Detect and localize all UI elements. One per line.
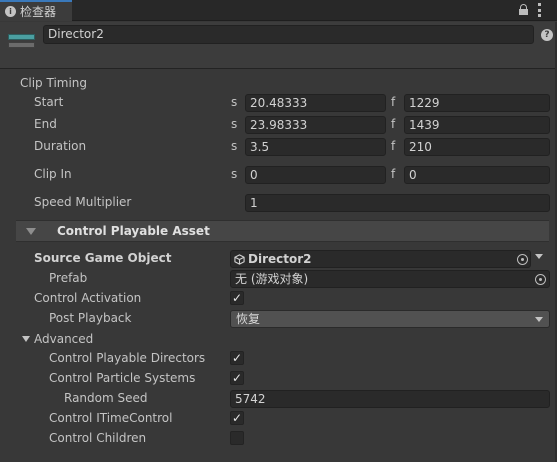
prefab-label: Prefab bbox=[49, 271, 88, 285]
info-icon: i bbox=[5, 6, 16, 17]
duration-seconds-field[interactable]: 3.5 bbox=[245, 138, 386, 156]
control-particle-systems-checkbox[interactable]: ✓ bbox=[230, 371, 244, 385]
end-seconds-prefix: s bbox=[231, 117, 238, 131]
duration-frames-field[interactable]: 210 bbox=[404, 138, 550, 156]
source-game-object-label: Source Game Object bbox=[34, 251, 172, 265]
start-seconds-prefix: s bbox=[231, 95, 238, 109]
clip-in-seconds-field[interactable]: 0 bbox=[245, 166, 386, 184]
control-playable-directors-label: Control Playable Directors bbox=[49, 351, 206, 365]
end-label: End bbox=[34, 117, 57, 131]
random-seed-field[interactable]: 5742 bbox=[230, 390, 550, 408]
clip-in-frames-field[interactable]: 0 bbox=[404, 166, 550, 184]
clip-in-label: Clip In bbox=[34, 167, 72, 181]
timeline-clip-icon bbox=[8, 32, 36, 52]
object-name-field[interactable]: Director2 bbox=[43, 25, 534, 44]
prefab-picker-icon[interactable] bbox=[535, 274, 546, 285]
start-frames-prefix: f bbox=[391, 95, 396, 109]
end-frames-prefix: f bbox=[391, 117, 396, 131]
tab-inspector[interactable]: i 检查器 bbox=[0, 0, 72, 21]
advanced-foldout-icon[interactable] bbox=[22, 336, 30, 342]
start-seconds-field[interactable]: 20.48333 bbox=[245, 94, 386, 112]
source-game-object-field[interactable]: Director2 bbox=[230, 250, 531, 268]
object-picker-icon[interactable] bbox=[517, 254, 528, 265]
duration-label: Duration bbox=[34, 139, 87, 153]
post-playback-dropdown[interactable]: 恢复 bbox=[230, 310, 550, 328]
tab-bar: i 检查器 bbox=[0, 0, 557, 21]
duration-seconds-prefix: s bbox=[231, 139, 238, 153]
chevron-down-icon[interactable] bbox=[535, 254, 543, 259]
start-frames-field[interactable]: 1229 bbox=[404, 94, 550, 112]
control-activation-checkbox[interactable]: ✓ bbox=[230, 291, 244, 305]
post-playback-label: Post Playback bbox=[49, 311, 132, 325]
end-frames-field[interactable]: 1439 bbox=[404, 116, 550, 134]
control-children-checkbox[interactable] bbox=[230, 431, 244, 445]
speed-multiplier-field[interactable]: 1 bbox=[245, 194, 550, 212]
control-itimecontrol-checkbox[interactable]: ✓ bbox=[230, 411, 244, 425]
post-playback-value: 恢复 bbox=[236, 312, 261, 326]
inspector-header: Director2 ? bbox=[0, 22, 557, 69]
control-activation-label: Control Activation bbox=[34, 291, 142, 305]
control-playable-directors-checkbox[interactable]: ✓ bbox=[230, 351, 244, 365]
clip-in-seconds-prefix: s bbox=[231, 167, 238, 181]
control-particle-systems-label: Control Particle Systems bbox=[49, 371, 196, 385]
start-label: Start bbox=[34, 95, 64, 109]
gameobject-cube-icon bbox=[234, 254, 245, 265]
dropdown-arrow-icon bbox=[535, 317, 543, 322]
random-seed-label: Random Seed bbox=[64, 391, 148, 405]
more-options-icon[interactable] bbox=[537, 3, 541, 17]
foldout-arrow-icon[interactable] bbox=[26, 228, 36, 235]
tab-title: 检查器 bbox=[20, 5, 57, 19]
clip-in-frames-prefix: f bbox=[391, 167, 396, 181]
prefab-field[interactable]: 无 (游戏对象) bbox=[230, 270, 550, 288]
control-itimecontrol-label: Control ITimeControl bbox=[49, 411, 173, 425]
control-children-label: Control Children bbox=[49, 431, 147, 445]
end-seconds-field[interactable]: 23.98333 bbox=[245, 116, 386, 134]
help-icon[interactable]: ? bbox=[541, 29, 553, 41]
clip-timing-heading: Clip Timing bbox=[20, 76, 88, 90]
lock-icon[interactable] bbox=[519, 4, 528, 15]
source-game-object-value: Director2 bbox=[248, 252, 312, 266]
section-title: Control Playable Asset bbox=[57, 224, 210, 238]
speed-multiplier-label: Speed Multiplier bbox=[34, 195, 132, 209]
control-playable-asset-header[interactable]: Control Playable Asset bbox=[16, 220, 549, 242]
advanced-label[interactable]: Advanced bbox=[34, 332, 93, 346]
duration-frames-prefix: f bbox=[391, 139, 396, 153]
